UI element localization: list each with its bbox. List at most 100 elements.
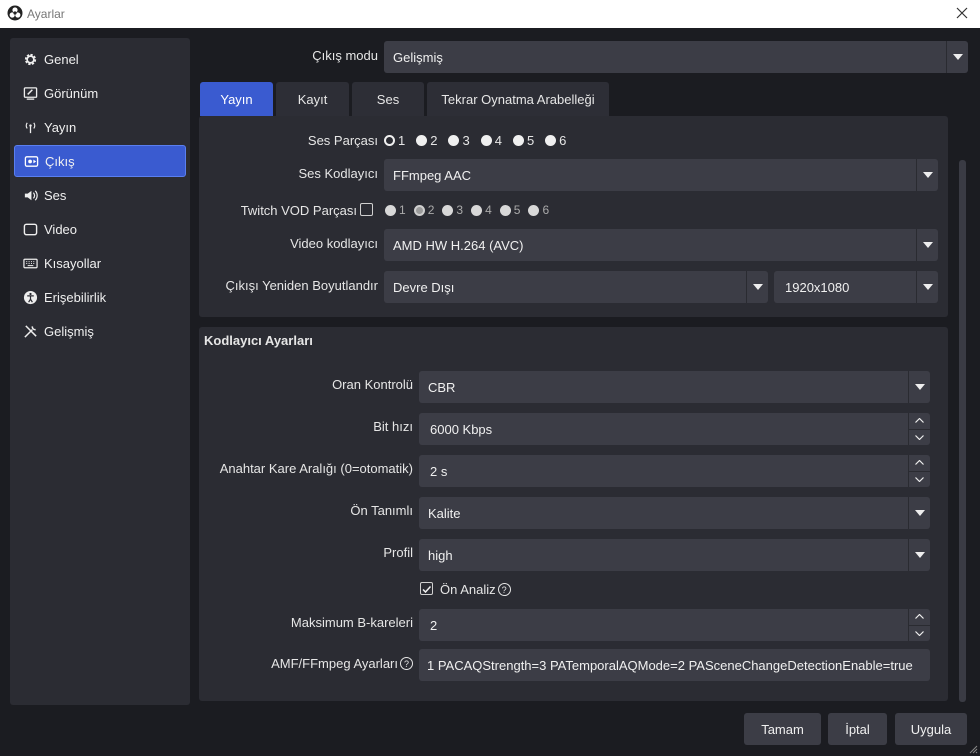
rate-control-select[interactable]: CBR xyxy=(419,371,930,403)
audio-track-radio-3[interactable]: 3 xyxy=(448,133,470,148)
preset-select[interactable]: Kalite xyxy=(419,497,930,529)
twitch-vod-radio-5[interactable]: 5 xyxy=(499,203,520,217)
tab-recording[interactable]: Kayıt xyxy=(276,82,349,116)
sidebar-item-label: Video xyxy=(44,221,78,237)
window-title: Ayarlar xyxy=(27,7,65,21)
output-mode-select[interactable]: Gelişmiş xyxy=(384,41,968,73)
twitch-vod-checkbox[interactable] xyxy=(360,203,373,216)
twitch-vod-radio-1[interactable]: 1 xyxy=(385,203,406,217)
chevron-down-icon[interactable] xyxy=(909,626,930,642)
audio-track-radio-2[interactable]: 2 xyxy=(416,133,437,148)
tab-stream[interactable]: Yayın xyxy=(200,82,273,116)
audio-track-radio-1[interactable]: 1 xyxy=(384,133,405,148)
tab-label: Ses xyxy=(376,91,400,107)
sidebar-item-hotkeys[interactable]: Kısayollar xyxy=(14,247,186,279)
output-icon xyxy=(23,153,39,169)
chevron-down-icon xyxy=(908,497,930,529)
twitch-vod-label: Twitch VOD Parçası xyxy=(240,203,357,218)
bitrate-value: 6000 Kbps xyxy=(430,421,493,437)
sidebar-item-label: Görünüm xyxy=(44,85,99,101)
audio-track-label: Ses Parçası xyxy=(307,133,378,148)
max-bframes-spinbox[interactable]: 2 xyxy=(419,609,930,641)
rescale-output-select[interactable]: Devre Dışı xyxy=(384,271,768,303)
preset-label: Ön Tanımlı xyxy=(350,503,413,518)
max-bframes-label: Maksimum B-kareleri xyxy=(290,615,413,630)
profile-select[interactable]: high xyxy=(419,539,930,571)
preanalysis-checkbox[interactable] xyxy=(420,582,433,595)
audio-encoder-select[interactable]: FFmpeg AAC xyxy=(384,159,938,191)
profile-label: Profil xyxy=(383,545,413,560)
output-mode-label: Çıkış modu xyxy=(312,48,378,63)
twitch-vod-radio-6[interactable]: 6 xyxy=(528,203,549,217)
help-icon[interactable]: ? xyxy=(400,657,413,670)
sidebar-item-label: Erişebilirlik xyxy=(44,289,107,305)
ok-button[interactable]: Tamam xyxy=(744,713,821,745)
preanalysis-label-group: Ön Analiz ? xyxy=(440,582,511,597)
speaker-icon xyxy=(22,187,38,203)
settings-sidebar: Genel Görünüm Yayın Çıkış Ses Video Kısa… xyxy=(10,38,190,705)
preset-value: Kalite xyxy=(428,505,461,521)
twitch-vod-radio-2[interactable]: 2 xyxy=(413,203,434,217)
keyboard-icon xyxy=(22,255,38,271)
chevron-down-icon xyxy=(908,539,930,571)
title-bar: Ayarlar xyxy=(0,0,980,28)
video-encoder-select[interactable]: AMD HW H.264 (AVC) xyxy=(384,229,938,261)
apply-button[interactable]: Uygula xyxy=(895,713,967,745)
sidebar-item-label: Ses xyxy=(44,187,67,203)
amf-options-input[interactable]: 1 PACAQStrength=3 PATemporalAQMode=2 PAS… xyxy=(419,649,930,681)
sidebar-item-video[interactable]: Video xyxy=(14,213,186,245)
monitor-icon xyxy=(22,221,38,237)
chevron-up-icon[interactable] xyxy=(909,609,930,626)
audio-track-radio-6[interactable]: 6 xyxy=(545,133,566,148)
sidebar-item-output[interactable]: Çıkış xyxy=(14,145,186,177)
help-icon[interactable]: ? xyxy=(497,583,511,596)
sidebar-item-accessibility[interactable]: Erişebilirlik xyxy=(14,281,186,313)
video-encoder-label: Video kodlayıcı xyxy=(290,236,378,251)
chevron-down-icon xyxy=(916,271,938,303)
rate-control-value: CBR xyxy=(428,379,456,395)
obs-logo-icon xyxy=(7,5,23,21)
twitch-vod-radio-3[interactable]: 3 xyxy=(442,203,463,217)
bitrate-label: Bit hızı xyxy=(373,419,413,434)
chevron-down-icon xyxy=(916,229,938,261)
close-icon[interactable] xyxy=(952,3,972,23)
gear-icon xyxy=(22,51,38,67)
sidebar-item-label: Genel xyxy=(44,51,79,67)
sidebar-item-label: Gelişmiş xyxy=(44,323,94,339)
bitrate-spinbox[interactable]: 6000 Kbps xyxy=(419,413,930,445)
sidebar-item-general[interactable]: Genel xyxy=(14,43,186,75)
sidebar-item-label: Çıkış xyxy=(45,153,75,169)
keyframe-interval-spinbox[interactable]: 2 s xyxy=(419,455,930,487)
cancel-button[interactable]: İptal xyxy=(828,713,887,745)
chevron-down-icon xyxy=(746,271,768,303)
sidebar-item-appearance[interactable]: Görünüm xyxy=(14,77,186,109)
rescale-resolution-select[interactable]: 1920x1080 xyxy=(774,271,938,303)
resize-grip-icon[interactable] xyxy=(967,743,978,754)
scrollbar-thumb[interactable] xyxy=(959,160,966,702)
tab-label: Kayıt xyxy=(297,91,328,107)
amf-options-label: AMF/FFmpeg Ayarları xyxy=(271,656,398,671)
sidebar-item-stream[interactable]: Yayın xyxy=(14,111,186,143)
chevron-down-icon[interactable] xyxy=(909,472,930,488)
twitch-vod-radio-4[interactable]: 4 xyxy=(471,203,492,217)
audio-track-radio-5[interactable]: 5 xyxy=(512,133,534,148)
encoder-settings-title: Kodlayıcı Ayarları xyxy=(204,333,313,348)
chevron-down-icon xyxy=(916,159,938,191)
appearance-icon xyxy=(22,85,38,101)
chevron-down-icon xyxy=(908,371,930,403)
preanalysis-label: Ön Analiz xyxy=(440,582,496,597)
tab-replay-buffer[interactable]: Tekrar Oynatma Arabelleği xyxy=(427,82,609,116)
twitch-vod-radio-group: 1 2 3 4 5 6 xyxy=(385,203,557,217)
sidebar-item-advanced[interactable]: Gelişmiş xyxy=(14,315,186,347)
audio-encoder-label: Ses Kodlayıcı xyxy=(298,166,379,181)
tab-audio[interactable]: Ses xyxy=(352,82,424,116)
chevron-up-icon[interactable] xyxy=(909,413,930,430)
rescale-output-label: Çıkışı Yeniden Boyutlandır xyxy=(225,278,379,293)
video-encoder-value: AMD HW H.264 (AVC) xyxy=(393,237,524,253)
sidebar-item-audio[interactable]: Ses xyxy=(14,179,186,211)
chevron-down-icon[interactable] xyxy=(909,430,930,446)
tab-label: Tekrar Oynatma Arabelleği xyxy=(441,91,595,107)
chevron-up-icon[interactable] xyxy=(909,455,930,472)
amf-options-label-group: AMF/FFmpeg Ayarları ? xyxy=(200,656,413,671)
audio-track-radio-4[interactable]: 4 xyxy=(480,133,502,148)
